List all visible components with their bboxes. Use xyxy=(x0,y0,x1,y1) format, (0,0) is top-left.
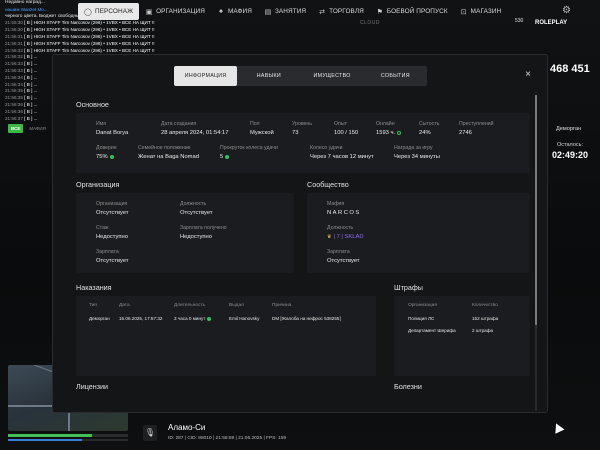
tab-skills[interactable]: НАВЫКИ xyxy=(237,66,300,86)
battlepass-icon: ⚑ xyxy=(376,8,384,16)
field-org: Организация Отсутствует xyxy=(96,201,129,216)
field-community-position: Должность ♛ | 7 | SKLAD xyxy=(327,225,364,240)
field-org-experience: Стаж Недоступно xyxy=(96,225,128,240)
modal-scrollbar[interactable] xyxy=(535,95,537,411)
table-cell: Emil Hanovsky xyxy=(229,316,260,321)
field-org-salary-received: Зарплата получено Недоступно xyxy=(180,225,227,240)
fines-header-org: Организация xyxy=(408,303,437,308)
table-cell: Полиция ЛС xyxy=(408,316,435,321)
fines-card: Организация Количество Полиция ЛС 152 шт… xyxy=(394,296,530,376)
field-wheel-spins: Прокруток колеса удачи 5 xyxy=(220,145,278,160)
section-fines-title: Штрафы xyxy=(394,283,423,292)
field-reward: Награда за игру Через 34 минуты xyxy=(394,145,440,160)
punish-header-type: Тип xyxy=(89,303,97,308)
armor-bar xyxy=(8,439,128,441)
demorgan-label: Деморган xyxy=(556,126,582,132)
field-marital: Семейное положение Женат на Baga Nomad xyxy=(138,145,199,160)
field-experience: Опыт 100 / 150 xyxy=(334,121,359,136)
table-cell: 15.06.2025, 17:57:32 xyxy=(119,316,163,321)
mafia-icon: ♠ xyxy=(219,8,223,15)
punish-header-date: Дата xyxy=(119,303,130,308)
punish-header-issuer: Выдал xyxy=(229,303,244,308)
chat-message: 21:56:31 [ B ] HIGH STAFF Tim Narcosov (… xyxy=(5,40,155,46)
section-punish-title: Наказания xyxy=(76,283,112,292)
section-basic-title: Основное xyxy=(76,100,109,109)
org-icon: ▣ xyxy=(145,8,153,16)
nav-tab-mafia[interactable]: ♠ МАФИЯ xyxy=(211,3,258,20)
person-icon: ◯ xyxy=(84,8,92,16)
field-mafia: Мафия NARCOS xyxy=(327,201,361,216)
status-dot-icon xyxy=(207,316,212,321)
table-cell: Департамент Шерифа xyxy=(408,328,456,333)
chat-message: 21:56:30 [ B ] HIGH STAFF Tim Narcosov (… xyxy=(5,27,155,33)
hud-roleplay: ROLEPLAY xyxy=(535,20,568,26)
punish-header-duration: Длительность xyxy=(174,303,206,308)
demorgan-timer: 02:49:20 xyxy=(552,150,589,160)
close-icon[interactable]: × xyxy=(525,69,531,80)
community-card: Мафия NARCOS Должность ♛ | 7 | SKLAD Зарпла… xyxy=(307,193,530,273)
punish-card: Тип Дата Длительность Выдал Причина Демо… xyxy=(76,296,376,376)
fines-header-count: Количество xyxy=(472,303,498,308)
cash-amount: 468 451 xyxy=(550,63,590,75)
microphone-icon: 🎙 xyxy=(143,425,157,441)
section-diseases-title: Болезни xyxy=(394,382,422,391)
status-dot-icon xyxy=(109,155,114,159)
gear-icon[interactable]: ⚙ xyxy=(562,5,574,17)
nav-tab-organization[interactable]: ▣ ОРГАНИЗАЦИЯ xyxy=(139,3,211,20)
server-label: CLOUD xyxy=(360,20,381,26)
table-cell: 3 часа 0 минут xyxy=(174,316,212,321)
table-cell: Деморган xyxy=(89,316,110,321)
modal-tabs: ИНФОРМАЦИЯ НАВЫКИ ИМУЩЕСТВО СОБЫТИЯ xyxy=(174,66,427,86)
field-online: Онлайн 1593 ч. xyxy=(376,121,402,136)
field-org-salary: Зарплата Отсутствует xyxy=(96,249,129,264)
nav-tab-battlepass[interactable]: ⚑ БОЕВОЙ ПРОПУСК xyxy=(370,3,454,20)
field-satiety: Сытость 24% xyxy=(419,121,440,136)
field-level: Уровень 73 xyxy=(292,121,312,136)
section-community-title: Сообщество xyxy=(307,180,349,189)
nav-tab-trade[interactable]: ⇄ ТОРГОВЛЯ xyxy=(312,3,370,20)
character-modal: ИНФОРМАЦИЯ НАВЫКИ ИМУЩЕСТВО СОБЫТИЯ × Ос… xyxy=(52,54,548,413)
field-created: Дата создания 28 апреля 2024, 01:54:17 xyxy=(161,121,229,136)
basic-info-card: Имя Danat Borya Дата создания 28 апреля 20… xyxy=(76,113,530,173)
field-crimes: Преступлений 2746 xyxy=(459,121,494,136)
status-line: ID: 287 | CID: 88010 | 21:58:59 | 21.06.… xyxy=(168,436,287,441)
nav-tab-tasks[interactable]: ▤ ЗАНЯТИЯ xyxy=(258,3,312,20)
shop-icon: ⊡ xyxy=(460,8,467,16)
tasks-icon: ▤ xyxy=(264,8,272,16)
field-name: Имя Danat Borya xyxy=(96,121,129,136)
remaining-label: Осталось: xyxy=(557,142,584,148)
table-cell: 152 штрафа xyxy=(472,316,499,321)
org-card: Организация Отсутствует Должность Отсутств… xyxy=(76,193,294,273)
field-trust: Доверие 75% xyxy=(96,145,117,160)
nav-tab-character[interactable]: ◯ ПЕРСОНАЖ xyxy=(78,3,140,20)
info-icon[interactable] xyxy=(397,131,402,135)
trade-icon: ⇄ xyxy=(319,8,326,16)
section-org-title: Организация xyxy=(76,180,120,189)
nav-tab-shop[interactable]: ⊡ МАГАЗИН xyxy=(454,3,508,20)
table-cell: DM [Жалоба на нефрос 538255] xyxy=(272,316,341,321)
location-name: Аламо-Си xyxy=(168,423,206,432)
top-navigation: ◯ ПЕРСОНАЖ ▣ ОРГАНИЗАЦИЯ ♠ МАФИЯ ▤ ЗАНЯТИЯ ⇄… xyxy=(78,3,507,20)
chat-channel-all[interactable]: ВСЕ xyxy=(8,124,24,133)
chat-message: 21:56:30 [ B ] HIGH STAFF Tim Narcosov (… xyxy=(5,20,155,26)
status-dot-icon xyxy=(225,155,230,159)
chat-channel-mafia[interactable]: МАФИЯ xyxy=(29,126,46,131)
field-org-position: Должность Отсутствует xyxy=(180,201,213,216)
tab-events[interactable]: СОБЫТИЯ xyxy=(364,66,427,86)
field-gender: Пол Мужской xyxy=(250,121,274,136)
table-cell: 2 штрафа xyxy=(472,328,494,333)
field-wheel: Колесо удачи Через 7 часов 12 минут xyxy=(310,145,374,160)
field-community-salary: Зарплата Отсутствует xyxy=(327,249,360,264)
chat-channels: ВСЕ МАФИЯ xyxy=(8,124,46,133)
punish-header-reason: Причина xyxy=(272,303,292,308)
hud-badge: 530 xyxy=(515,18,524,24)
rank-icon: ♛ xyxy=(327,234,332,240)
tab-property[interactable]: ИМУЩЕСТВО xyxy=(301,66,364,86)
chat-message: 21:56:31 [ B ] HIGH STAFF Tim Narcosov (… xyxy=(5,33,155,39)
section-licenses-title: Лицензии xyxy=(76,382,109,391)
tab-info[interactable]: ИНФОРМАЦИЯ xyxy=(174,66,238,86)
health-bar xyxy=(8,434,128,437)
